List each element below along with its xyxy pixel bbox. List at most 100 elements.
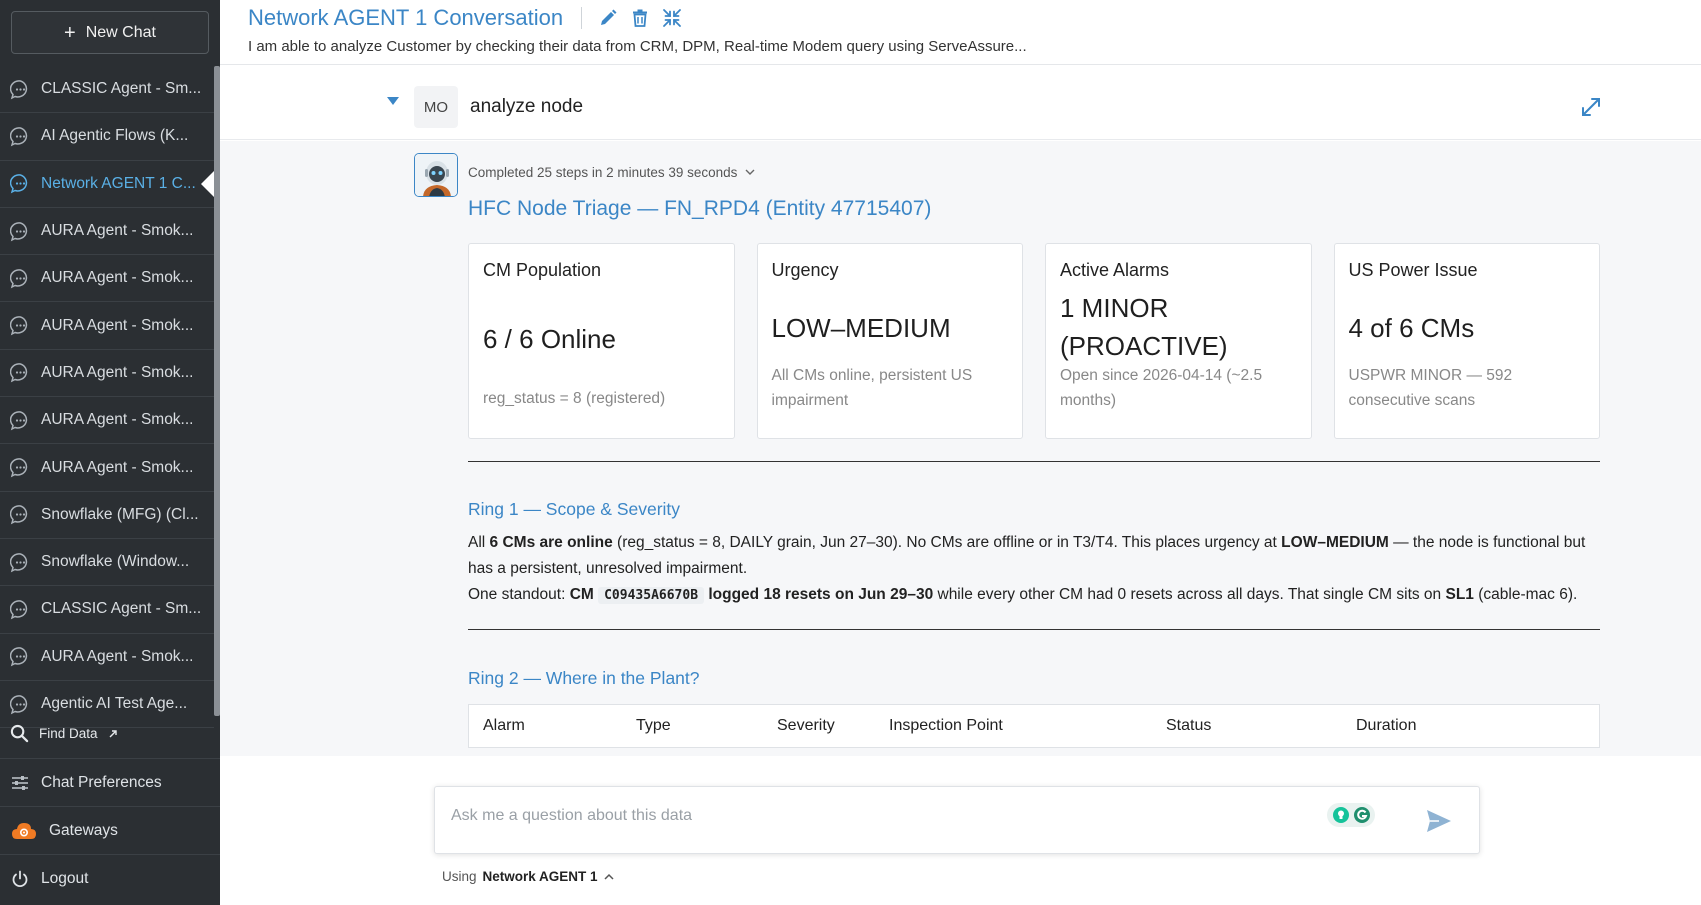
column-header[interactable]: Inspection Point [889, 717, 1003, 735]
text: while every other CM had 0 resets across… [933, 586, 1446, 603]
conversation-label: AURA Agent - Smok... [41, 647, 194, 665]
card-value: 4 of 6 CMs [1348, 313, 1475, 343]
sidebar-conversation-item[interactable]: AURA Agent - Smok... [0, 444, 214, 492]
text: (cable-mac 6). [1473, 586, 1578, 603]
conversation-label: AURA Agent - Smok... [41, 222, 194, 240]
chat-preferences-label: Chat Preferences [41, 773, 162, 791]
card-value: LOW–MEDIUM [771, 313, 951, 343]
edit-icon[interactable] [598, 8, 618, 28]
composer: Using Network AGENT 1 [220, 756, 1701, 905]
sidebar-conversation-item[interactable]: AI Agentic Flows (K... [0, 113, 214, 161]
conversation-label: CLASSIC Agent - Sm... [41, 80, 202, 98]
card-note: USPWR MINOR — 592 consecutive scans [1348, 367, 1513, 409]
ring1-paragraph-1: All 6 CMs are online (reg_status = 8, DA… [468, 530, 1608, 582]
trash-icon[interactable] [630, 8, 650, 28]
chat-bubble-icon [10, 694, 28, 714]
bold-text: SL1 [1445, 586, 1474, 603]
bold-text: CM [569, 586, 594, 603]
sidebar-bottom-menu: Chat Preferences Gateways Logout [0, 758, 220, 902]
sidebar-conversation-item[interactable]: Agentic AI Test Age... [0, 681, 214, 729]
expand-icon[interactable] [1580, 96, 1602, 118]
summary-card: Urgency LOW–MEDIUM All CMs online, persist… [756, 243, 1023, 439]
user-avatar: MO [414, 86, 458, 128]
cloud-gear-icon [12, 822, 36, 839]
conversation-header: Network AGENT 1 Conversation I am able t… [220, 0, 1701, 65]
conversation-label: AURA Agent - Smok... [41, 269, 194, 287]
chat-bubble-icon [10, 79, 28, 100]
bold-text: logged 18 resets on Jun 29–30 [708, 586, 934, 603]
chat-preferences-item[interactable]: Chat Preferences [0, 758, 220, 806]
conversation-label: AI Agentic Flows (K... [41, 127, 189, 145]
sidebar-conversation-item[interactable]: AURA Agent - Smok... [0, 350, 214, 398]
user-message: analyze node [470, 96, 584, 117]
column-header[interactable]: Severity [777, 717, 835, 735]
bold-text: LOW–MEDIUM [1281, 534, 1389, 551]
sidebar-conversation-item[interactable]: AURA Agent - Smok... [0, 397, 214, 445]
conversation-label: AURA Agent - Smok... [41, 316, 194, 334]
chat-bubble-icon [10, 363, 28, 383]
text: All [468, 534, 490, 551]
gateways-item[interactable]: Gateways [0, 806, 220, 854]
conversation-label: AURA Agent - Smok... [41, 411, 194, 429]
agent-selector[interactable]: Using Network AGENT 1 [442, 869, 614, 884]
chat-bubble-icon [10, 174, 28, 194]
ring2-title: Ring 2 — Where in the Plant? [468, 668, 700, 688]
cm-mac-code: C09435A6670B [598, 587, 705, 604]
chat-bubble-icon [10, 316, 28, 336]
app-root: + New Chat CLASSIC Agent - Sm... AI Agent… [0, 0, 1701, 905]
agent-response: Completed 25 steps in 2 minutes 39 secon… [220, 141, 1701, 756]
using-label: Using [442, 869, 477, 884]
message-input[interactable] [451, 807, 1251, 825]
grammarly-icon[interactable] [1327, 803, 1375, 827]
conversation-label: Agentic AI Test Age... [41, 695, 188, 712]
chat-bubble-icon [10, 127, 28, 147]
conversation-label: Snowflake (MFG) (Cl... [41, 505, 199, 523]
send-icon[interactable] [1425, 807, 1453, 835]
ring1-paragraph-2: One standout: CM C09435A6670B logged 18 … [468, 582, 1608, 609]
sidebar-conversation-item[interactable]: AURA Agent - Smok... [0, 634, 214, 681]
column-header[interactable]: Type [636, 717, 671, 735]
card-note: reg_status = 8 (registered) [483, 390, 666, 407]
card-value: 6 / 6 Online [483, 324, 616, 354]
column-header[interactable]: Status [1166, 717, 1211, 735]
summary-card: CM Population 6 / 6 Online reg_status = 8 … [468, 243, 735, 439]
power-icon [12, 870, 28, 887]
external-link-icon [109, 729, 117, 737]
text: (reg_status = 8, DAILY grain, Jun 27–30)… [612, 534, 1282, 551]
sidebar-conversation-item[interactable]: AURA Agent - Smok... [0, 302, 214, 350]
sidebar-conversation-item[interactable]: CLASSIC Agent - Sm... [0, 66, 214, 114]
sidebar-conversation-item[interactable]: AURA Agent - Smok... [0, 255, 214, 303]
message-input-box [434, 786, 1480, 854]
sliders-icon [12, 775, 28, 790]
column-header[interactable]: Alarm [483, 717, 525, 735]
conversation-label: AURA Agent - Smok... [41, 458, 194, 476]
sidebar-conversation-item[interactable]: CLASSIC Agent - Sm... [0, 586, 214, 634]
user-message-row: MO analyze node [220, 66, 1701, 140]
collapse-icon[interactable] [662, 8, 682, 28]
card-note: Open since 2026-04-14 (~2.5 months) [1060, 367, 1263, 409]
chevron-up-icon [604, 873, 614, 880]
sidebar-conversation-item[interactable]: Snowflake (MFG) (Cl... [0, 492, 214, 539]
sidebar: + New Chat CLASSIC Agent - Sm... AI Agent… [0, 0, 220, 905]
new-chat-button[interactable]: + New Chat [11, 11, 209, 54]
robot-avatar-icon [414, 153, 458, 197]
collapse-caret-icon[interactable] [387, 97, 399, 105]
sidebar-conversation-item[interactable]: Snowflake (Window... [0, 539, 214, 587]
sidebar-conversation-item[interactable]: AURA Agent - Smok... [0, 208, 214, 256]
card-note: All CMs online, persistent US impairment [771, 367, 973, 409]
card-label: US Power Issue [1348, 260, 1478, 280]
gateways-label: Gateways [49, 821, 118, 839]
title-row: Network AGENT 1 Conversation [248, 5, 682, 31]
sidebar-conversation-item[interactable]: Network AGENT 1 C... [0, 161, 214, 208]
steps-summary-toggle[interactable]: Completed 25 steps in 2 minutes 39 secon… [468, 165, 755, 180]
summary-cards: CM Population 6 / 6 Online reg_status = 8 … [468, 243, 1600, 439]
find-data-link[interactable]: Find Data [10, 724, 118, 743]
plus-icon: + [64, 21, 76, 44]
logout-item[interactable]: Logout [0, 854, 220, 902]
conversation-label: AURA Agent - Smok... [41, 363, 194, 381]
chat-bubble-icon [10, 269, 28, 289]
alarm-table-header: Alarm Type Severity Inspection Point Sta… [468, 704, 1600, 748]
column-header[interactable]: Duration [1356, 717, 1416, 735]
search-icon [10, 724, 29, 743]
bold-text: 6 CMs are online [489, 534, 613, 551]
